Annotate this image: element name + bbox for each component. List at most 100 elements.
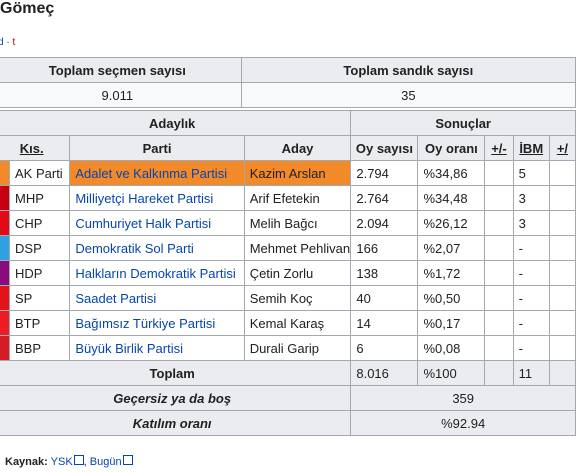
vote-count: 166	[350, 235, 419, 261]
ibm-change	[548, 260, 577, 286]
party-abbrev: BTP	[9, 310, 71, 336]
party-color-swatch	[0, 260, 11, 286]
total-percent: %100	[417, 360, 486, 386]
view-link[interactable]: d	[0, 37, 4, 48]
party-abbrev: BBP	[9, 335, 71, 361]
col-header-kis[interactable]: Kıs.	[0, 135, 71, 161]
vote-change	[484, 260, 514, 286]
turnout-value: %92.94	[350, 410, 576, 436]
talk-link[interactable]: t	[12, 37, 15, 48]
page-title: Gömeç	[0, 0, 55, 17]
table-row: BTP Bağımsız Türkiye Partisi Kemal Karaş 14…	[0, 310, 577, 336]
source-line: Kaynak: YSK, Bugün	[5, 455, 133, 468]
party-name-link[interactable]: Saadet Partisi	[69, 285, 245, 311]
col-header-aday: Aday	[243, 135, 352, 161]
turnout-label: Katılım oranı	[0, 410, 352, 436]
party-color-swatch	[0, 285, 11, 311]
results-rows: AK Parti Adalet ve Kalkınma Partisi Kazim …	[0, 160, 577, 361]
party-abbrev: MHP	[9, 185, 71, 211]
vote-percent: %34,48	[417, 185, 486, 211]
ibm-change	[548, 185, 577, 211]
vote-count: 6	[350, 335, 419, 361]
total-boxes-header: Toplam sandık sayısı	[240, 57, 577, 83]
invalid-label: Geçersiz ya da boş	[0, 385, 352, 411]
candidate-name: Kazim Arslan	[243, 160, 352, 186]
party-name-link[interactable]: Adalet ve Kalkınma Partisi	[69, 160, 245, 186]
party-name-link[interactable]: Halkların Demokratik Partisi	[69, 260, 245, 286]
ibm-change	[548, 285, 577, 311]
candidate-name: Durali Garip	[243, 335, 352, 361]
vote-change	[484, 185, 514, 211]
ibm-count: -	[512, 260, 550, 286]
source-link-ysk[interactable]: YSK	[51, 456, 73, 468]
party-color-swatch	[0, 335, 11, 361]
ibm-change	[548, 235, 577, 261]
ibm-change	[548, 210, 577, 236]
vote-percent: %0,08	[417, 335, 486, 361]
col-header-parti: Parti	[69, 135, 245, 161]
vote-change	[484, 310, 514, 336]
party-abbrev: CHP	[9, 210, 71, 236]
candidate-name: Semih Koç	[243, 285, 352, 311]
ibm-count: -	[512, 310, 550, 336]
results-group-header: Sonuçlar	[350, 110, 576, 136]
ibm-count: 3	[512, 185, 550, 211]
col-header-ibm[interactable]: İBM	[512, 135, 550, 161]
source-link-bugun[interactable]: Bugün	[90, 456, 122, 468]
vote-change	[484, 160, 514, 186]
ibm-count: -	[512, 285, 550, 311]
results-table: Adaylık Sonuçlar Kıs. Parti Aday Oy sayı…	[0, 110, 577, 436]
vote-change	[484, 235, 514, 261]
external-link-icon	[122, 455, 133, 465]
party-name-link[interactable]: Demokratik Sol Parti	[69, 235, 245, 261]
ibm-change	[548, 335, 577, 361]
vote-change	[484, 210, 514, 236]
total-votes: 8.016	[350, 360, 419, 386]
total-plusminus-2	[548, 360, 577, 386]
table-row: AK Parti Adalet ve Kalkınma Partisi Kazim …	[0, 160, 577, 186]
candidacy-group-header: Adaylık	[0, 110, 352, 136]
navbox-links: d · t	[0, 37, 15, 48]
party-color-swatch	[0, 210, 11, 236]
candidate-name: Kemal Karaş	[243, 310, 352, 336]
party-name-link[interactable]: Milliyetçi Hareket Partisi	[69, 185, 245, 211]
vote-count: 40	[350, 285, 419, 311]
total-voters-header: Toplam seçmen sayısı	[0, 57, 242, 83]
invalid-value: 359	[350, 385, 576, 411]
ibm-count: -	[512, 235, 550, 261]
table-row: MHP Milliyetçi Hareket Partisi Arif Efetek…	[0, 185, 577, 211]
col-header-plusminus-2[interactable]: +/	[548, 135, 577, 161]
external-link-icon	[73, 455, 84, 465]
col-header-plusminus[interactable]: +/-	[484, 135, 514, 161]
vote-count: 2.794	[350, 160, 419, 186]
table-row: BBP Büyük Birlik Partisi Durali Garip 6 %0,0…	[0, 335, 577, 361]
nav-separator: ·	[6, 37, 10, 48]
table-row: HDP Halkların Demokratik Partisi Çetin Zor…	[0, 260, 577, 286]
party-color-swatch	[0, 310, 11, 336]
table-row: DSP Demokratik Sol Parti Mehmet Pehlivan 16…	[0, 235, 577, 261]
party-name-link[interactable]: Büyük Birlik Partisi	[69, 335, 245, 361]
ibm-count: 3	[512, 210, 550, 236]
candidate-name: Arif Efetekin	[243, 185, 352, 211]
vote-change	[484, 335, 514, 361]
summary-table: Toplam seçmen sayısı Toplam sandık sayıs…	[0, 57, 577, 108]
party-name-link[interactable]: Cumhuriyet Halk Partisi	[69, 210, 245, 236]
vote-count: 14	[350, 310, 419, 336]
vote-percent: %0,17	[417, 310, 486, 336]
party-abbrev: AK Parti	[9, 160, 71, 186]
table-row: SP Saadet Partisi Semih Koç 40 %0,50-	[0, 285, 577, 311]
party-color-swatch	[0, 235, 11, 261]
party-color-swatch	[0, 160, 11, 186]
party-name-link[interactable]: Bağımsız Türkiye Partisi	[69, 310, 245, 336]
source-separator: ,	[83, 456, 87, 468]
total-label: Toplam	[0, 360, 352, 386]
total-boxes-value: 35	[240, 82, 577, 108]
vote-percent: %2,07	[417, 235, 486, 261]
vote-percent: %26,12	[417, 210, 486, 236]
ibm-change	[548, 160, 577, 186]
ibm-count: -	[512, 335, 550, 361]
total-plusminus	[484, 360, 514, 386]
total-voters-value: 9.011	[0, 82, 242, 108]
candidate-name: Mehmet Pehlivan	[243, 235, 352, 261]
candidate-name: Çetin Zorlu	[243, 260, 352, 286]
